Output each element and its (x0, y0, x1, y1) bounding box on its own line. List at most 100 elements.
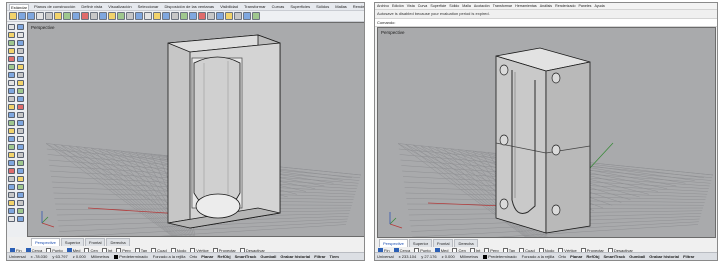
toolbar-tool-icon[interactable] (189, 12, 197, 20)
menu-item[interactable]: Edición (392, 4, 404, 8)
view-tab[interactable]: Derecha (106, 238, 130, 246)
layer-indicator[interactable]: Predeterminado (114, 254, 148, 259)
tool-palette-icon[interactable] (8, 152, 15, 158)
tool-palette-icon[interactable] (17, 24, 24, 30)
toolbar-tool-icon[interactable] (9, 12, 17, 20)
tool-palette-icon[interactable] (8, 136, 15, 142)
status-toggle[interactable]: Tiem (330, 254, 339, 259)
tool-palette-icon[interactable] (8, 168, 15, 174)
menu-item[interactable]: Transformar (493, 4, 512, 8)
toolbar-tool-icon[interactable] (117, 12, 125, 20)
toolbar-tool-icon[interactable] (90, 12, 98, 20)
toolbar-tool-icon[interactable] (171, 12, 179, 20)
toolbar-tool-icon[interactable] (243, 12, 251, 20)
tool-palette-icon[interactable] (8, 104, 15, 110)
tool-palette-icon[interactable] (8, 32, 15, 38)
ribbon-tab[interactable]: Visualización (107, 4, 132, 9)
status-toggle[interactable]: Filtrar (314, 254, 325, 259)
tool-palette-icon[interactable] (8, 48, 15, 54)
toolbar-tool-icon[interactable] (216, 12, 224, 20)
toolbar-tool-icon[interactable] (180, 12, 188, 20)
toolbar-tool-icon[interactable] (27, 12, 35, 20)
cplane-label[interactable]: Universal (9, 254, 26, 259)
ribbon-tab[interactable]: Disposición de las ventanas (163, 4, 215, 9)
status-toggle[interactable]: SmartTrack (235, 254, 257, 259)
view-tab[interactable]: Superior (60, 238, 85, 246)
status-toggle[interactable]: RefObj (217, 254, 230, 259)
tool-palette-icon[interactable] (8, 192, 15, 198)
tool-palette-icon[interactable] (8, 184, 15, 190)
tool-palette-icon[interactable] (8, 88, 15, 94)
menu-item[interactable]: Curva (418, 4, 428, 8)
menu-item[interactable]: Vista (407, 4, 415, 8)
tool-palette-icon[interactable] (8, 208, 15, 214)
tool-palette-icon[interactable] (17, 104, 24, 110)
units-label[interactable]: Milímetros (460, 254, 478, 259)
status-toggle[interactable]: Forzado a la rejilla (153, 254, 186, 259)
tool-palette-icon[interactable] (8, 128, 15, 134)
tool-palette-icon[interactable] (17, 208, 24, 214)
menu-item[interactable]: Acotación (474, 4, 490, 8)
tool-palette-icon[interactable] (17, 96, 24, 102)
status-toggle[interactable]: Grabar historial (280, 254, 310, 259)
view-tab[interactable]: Perspective (31, 238, 60, 246)
ribbon-tab[interactable]: Visibilidad (219, 4, 239, 9)
tool-palette-icon[interactable] (8, 56, 15, 62)
tool-palette-icon[interactable] (17, 168, 24, 174)
tool-palette-icon[interactable] (8, 160, 15, 166)
status-toggle[interactable]: Filtrar (683, 254, 694, 259)
ribbon-tab[interactable]: Transformar (243, 4, 267, 9)
menu-item[interactable]: Renderizado (555, 4, 575, 8)
tool-palette-icon[interactable] (8, 80, 15, 86)
ribbon-tab[interactable]: Sólidos (315, 4, 330, 9)
tool-palette-icon[interactable] (8, 120, 15, 126)
tool-palette-icon[interactable] (17, 160, 24, 166)
tool-palette-icon[interactable] (8, 64, 15, 70)
tool-palette-icon[interactable] (8, 96, 15, 102)
ribbon-tab[interactable]: Renderizado (352, 4, 364, 9)
toolbar-tool-icon[interactable] (72, 12, 80, 20)
tool-palette-icon[interactable] (17, 64, 24, 70)
menu-item[interactable]: Sólido (449, 4, 459, 8)
toolbar-tool-icon[interactable] (135, 12, 143, 20)
tool-palette-icon[interactable] (17, 32, 24, 38)
menu-item[interactable]: Superficie (430, 4, 446, 8)
status-toggle[interactable]: Forzado a la rejilla (522, 254, 555, 259)
status-toggle[interactable]: Grabar historial (649, 254, 679, 259)
tool-palette-icon[interactable] (17, 88, 24, 94)
toolbar-tool-icon[interactable] (99, 12, 107, 20)
toolbar-tool-icon[interactable] (126, 12, 134, 20)
status-toggle[interactable]: Planar (201, 254, 213, 259)
viewport-title[interactable]: Perspective (381, 30, 405, 35)
viewport-title[interactable]: Perspective (31, 25, 55, 30)
tool-palette-icon[interactable] (8, 40, 15, 46)
command-input[interactable] (397, 19, 672, 26)
perspective-viewport[interactable]: Perspective (27, 22, 364, 237)
cplane-label[interactable]: Universal (377, 254, 394, 259)
toolbar-tool-icon[interactable] (36, 12, 44, 20)
layer-indicator[interactable]: Predeterminado (483, 254, 517, 259)
view-tab[interactable]: Frontal (85, 238, 106, 246)
status-toggle[interactable]: Planar (570, 254, 582, 259)
ribbon-tab[interactable]: Definir vista (80, 4, 103, 9)
tool-palette-icon[interactable] (17, 128, 24, 134)
tool-palette-icon[interactable] (17, 152, 24, 158)
status-toggle[interactable]: SmartTrack (603, 254, 625, 259)
tool-palette-icon[interactable] (8, 200, 15, 206)
tool-palette-icon[interactable] (17, 184, 24, 190)
toolbar-tool-icon[interactable] (144, 12, 152, 20)
menu-item[interactable]: Archivo (377, 4, 389, 8)
tool-palette-icon[interactable] (17, 216, 24, 222)
tool-palette-icon[interactable] (8, 176, 15, 182)
tool-palette-icon[interactable] (17, 144, 24, 150)
units-label[interactable]: Milímetros (91, 254, 109, 259)
tool-palette-icon[interactable] (17, 72, 24, 78)
status-toggle[interactable]: Orto (189, 254, 197, 259)
toolbar-tool-icon[interactable] (18, 12, 26, 20)
perspective-viewport[interactable]: Perspective (377, 27, 716, 238)
view-tab[interactable]: Derecha (454, 239, 478, 247)
ribbon-tab[interactable]: Curvas (271, 4, 286, 9)
toolbar-tool-icon[interactable] (198, 12, 206, 20)
status-toggle[interactable]: Gumball (629, 254, 645, 259)
menu-item[interactable]: Paneles (578, 4, 591, 8)
